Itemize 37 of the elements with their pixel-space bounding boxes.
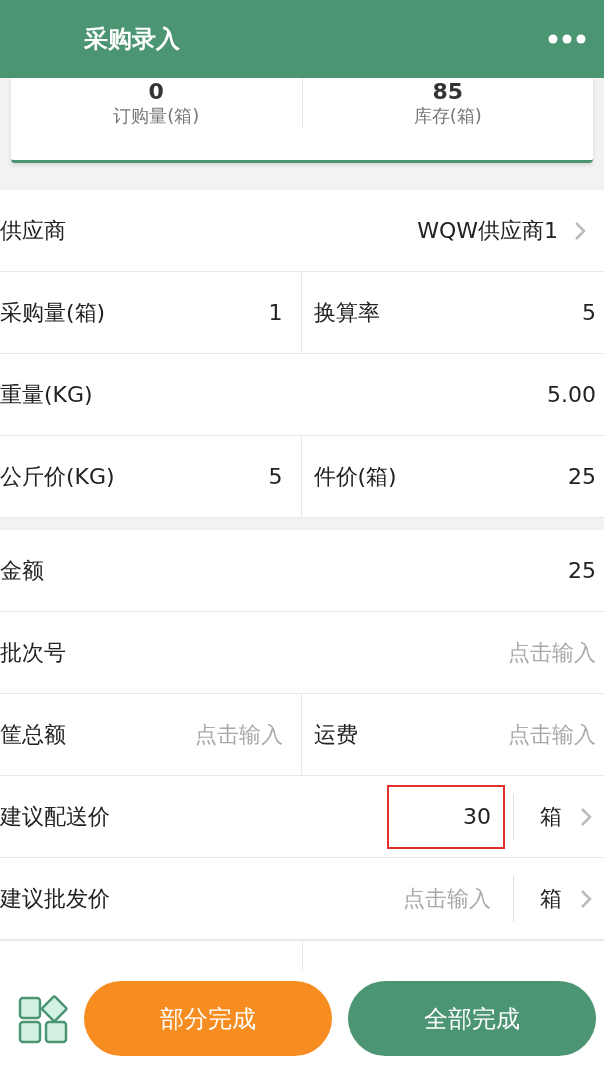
stat-label: 订购量(箱) bbox=[113, 104, 200, 128]
input-field[interactable]: 30 bbox=[387, 784, 505, 849]
input-field[interactable]: 点击输入 bbox=[66, 640, 596, 665]
field-label: 批次号 bbox=[0, 638, 66, 667]
input-field[interactable]: 5 bbox=[379, 300, 596, 325]
stat-value: 0 bbox=[148, 80, 164, 104]
stat-value: 85 bbox=[432, 80, 464, 104]
unit-select[interactable]: 箱 bbox=[514, 858, 604, 939]
field-label: 换算率 bbox=[313, 298, 380, 327]
field-label: 建议批发价 bbox=[0, 884, 110, 913]
field-label: 筐总额 bbox=[0, 720, 66, 749]
input-field[interactable]: 25 bbox=[44, 558, 596, 583]
select-field[interactable]: WQW供应商1 bbox=[66, 218, 558, 243]
field-label: 件价(箱) bbox=[313, 462, 397, 491]
chevron-right-icon bbox=[580, 888, 592, 909]
chevron-right-icon bbox=[574, 220, 586, 241]
input-field[interactable]: 点击输入 bbox=[66, 722, 283, 747]
chevron-right-icon bbox=[580, 806, 592, 827]
apps-icon[interactable] bbox=[18, 993, 68, 1044]
field-label: 采购量(箱) bbox=[0, 298, 106, 327]
more-icon[interactable] bbox=[548, 34, 586, 44]
input-field[interactable]: 25 bbox=[396, 464, 596, 489]
field-label: 重量(KG) bbox=[0, 380, 93, 409]
field-label: 供应商 bbox=[0, 216, 66, 245]
page-title: 采购录入 bbox=[84, 24, 180, 55]
field-label: 运费 bbox=[313, 720, 358, 749]
input-field[interactable]: 点击输入 bbox=[387, 866, 505, 931]
input-field[interactable]: 5.00 bbox=[92, 382, 596, 407]
input-field[interactable]: 1 bbox=[105, 300, 283, 325]
complete-button[interactable]: 全部完成 bbox=[348, 981, 596, 1056]
field-label: 公斤价(KG) bbox=[0, 462, 115, 491]
input-field[interactable]: 点击输入 bbox=[357, 722, 596, 747]
unit-select[interactable]: 箱 bbox=[514, 776, 604, 857]
field-label: 金额 bbox=[0, 556, 44, 585]
stat-label: 库存(箱) bbox=[413, 104, 482, 128]
field-label: 建议配送价 bbox=[0, 802, 110, 831]
input-field[interactable]: 5 bbox=[114, 464, 283, 489]
